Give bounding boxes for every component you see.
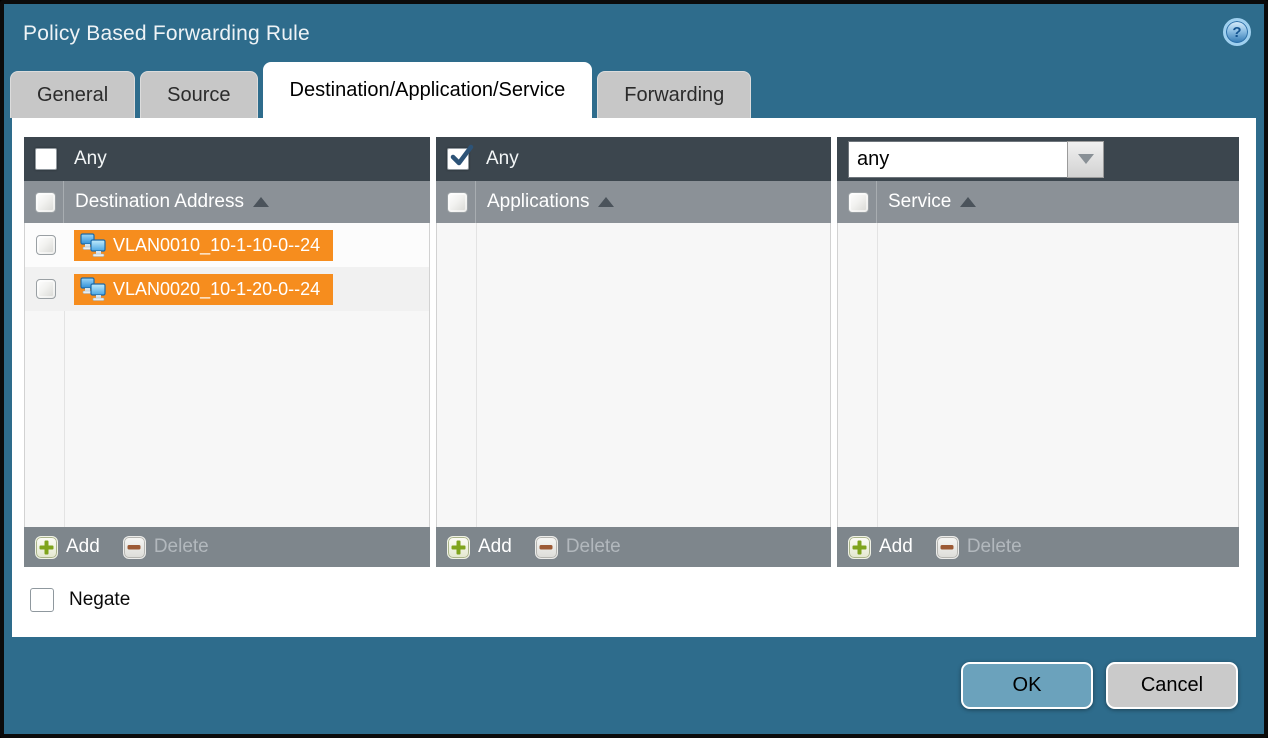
plus-icon [447,536,470,559]
tab-source[interactable]: Source [140,71,257,118]
row-checkbox[interactable] [36,235,56,255]
service-add-button[interactable]: Add [848,536,913,559]
destination-address-column-title: Destination Address [75,191,244,213]
tab-content: Any Destination Address VLAN0010_10-1-10… [12,118,1256,637]
ok-button[interactable]: OK [961,662,1093,709]
help-icon[interactable]: ? [1223,18,1251,46]
applications-list [436,223,831,527]
row-checkbox[interactable] [36,279,56,299]
applications-select-all-checkbox[interactable] [447,192,468,213]
dialog-titlebar: Policy Based Forwarding Rule ? [4,4,1264,64]
sort-asc-icon[interactable] [960,197,976,207]
destination-select-all-checkbox[interactable] [35,192,56,213]
minus-icon [123,536,146,559]
address-label: VLAN0020_10-1-20-0--24 [113,279,320,300]
service-list [837,223,1239,527]
plus-icon [848,536,871,559]
table-row[interactable]: VLAN0020_10-1-20-0--24 [25,267,429,311]
applications-any-bar: Any [436,137,831,181]
service-mode-dropdown [848,141,1104,178]
applications-any-checkbox[interactable] [447,148,469,170]
selector-columns: Any Destination Address VLAN0010_10-1-10… [24,137,1244,567]
service-select-all-checkbox[interactable] [848,192,869,213]
minus-icon [535,536,558,559]
destination-address-panel: Any Destination Address VLAN0010_10-1-10… [24,137,430,567]
cancel-button[interactable]: Cancel [1106,662,1238,709]
destination-any-checkbox[interactable] [35,148,57,170]
service-delete-button[interactable]: Delete [936,536,1022,559]
applications-header[interactable]: Applications [436,181,831,223]
applications-any-label: Any [486,148,519,170]
network-icon [80,277,106,301]
destination-any-bar: Any [24,137,430,181]
address-chip[interactable]: VLAN0020_10-1-20-0--24 [74,274,333,305]
destination-any-label: Any [74,148,107,170]
negate-label: Negate [69,589,130,611]
table-row[interactable]: VLAN0010_10-1-10-0--24 [25,223,429,267]
applications-panel: Any Applications [436,137,831,567]
network-icon [80,233,106,257]
tab-forwarding[interactable]: Forwarding [597,71,751,118]
chevron-down-icon [1078,154,1094,164]
service-mode-dropdown-button[interactable] [1067,141,1104,178]
service-column-title: Service [888,191,951,213]
destination-address-list: VLAN0010_10-1-10-0--24 VLAN0020_10-1-20-… [24,223,430,527]
dialog-footer: OK Cancel [4,637,1264,734]
address-label: VLAN0010_10-1-10-0--24 [113,235,320,256]
applications-footer: Add Delete [436,527,831,567]
negate-checkbox[interactable] [30,588,54,612]
destination-add-button[interactable]: Add [35,536,100,559]
address-chip[interactable]: VLAN0010_10-1-10-0--24 [74,230,333,261]
sort-asc-icon[interactable] [253,197,269,207]
minus-icon [936,536,959,559]
service-mode-input[interactable] [848,141,1067,178]
destination-address-header[interactable]: Destination Address [24,181,430,223]
tab-destination-application-service[interactable]: Destination/Application/Service [263,62,593,118]
applications-add-button[interactable]: Add [447,536,512,559]
service-header[interactable]: Service [837,181,1239,223]
applications-column-title: Applications [487,191,589,213]
destination-delete-button[interactable]: Delete [123,536,209,559]
tab-general[interactable]: General [10,71,135,118]
destination-footer: Add Delete [24,527,430,567]
service-mode-bar [837,137,1239,181]
applications-delete-button[interactable]: Delete [535,536,621,559]
service-panel: Service Add [837,137,1239,567]
tab-bar: General Source Destination/Application/S… [4,64,1264,118]
dialog-title: Policy Based Forwarding Rule [23,22,310,46]
service-footer: Add Delete [837,527,1239,567]
plus-icon [35,536,58,559]
negate-row: Negate [30,588,1244,612]
sort-asc-icon[interactable] [598,197,614,207]
policy-forwarding-dialog: Policy Based Forwarding Rule ? General S… [0,0,1268,738]
